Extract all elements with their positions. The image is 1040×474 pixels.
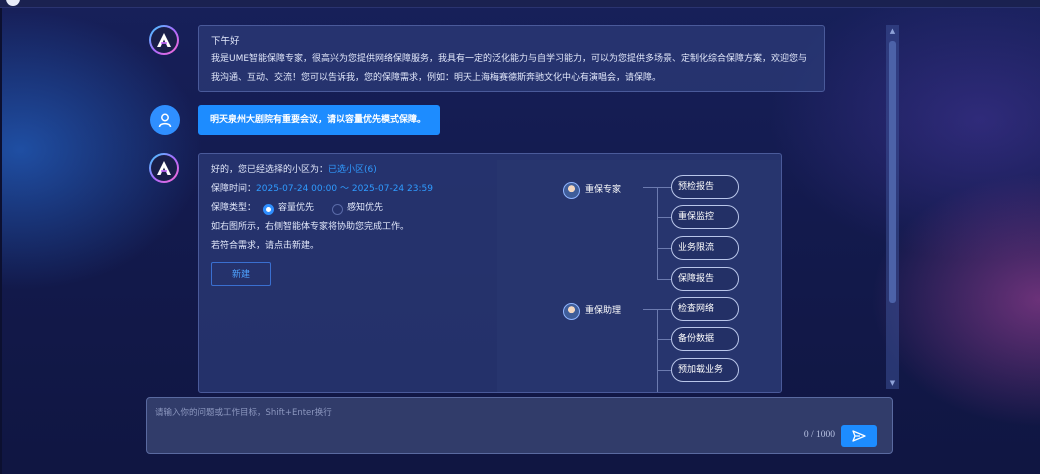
user-message: 明天泉州大剧院有重要会议，请以容量优先模式保障。	[198, 105, 440, 135]
ume-logo-icon	[157, 161, 171, 175]
ume-logo-icon	[157, 33, 171, 47]
agents-line: 如右图所示，右侧智能体专家将协助您完成工作。	[211, 222, 410, 232]
greeting-line-2: 我沟通、互动、交流！您可以告诉我，您的保障需求，例如：明天上海梅赛德斯奔驰文化中…	[211, 73, 662, 83]
window-edge	[0, 8, 2, 474]
type-label: 保障类型：	[211, 203, 257, 213]
greeting-line-1: 我是UME智能保障专家，很高兴为您提供网络保障服务，我具有一定的泛化能力与自学习…	[211, 54, 808, 64]
message-input[interactable]	[155, 404, 755, 422]
task-node[interactable]: 备份数据	[671, 327, 739, 351]
assistant-role: 重保助理	[563, 300, 621, 322]
new-button[interactable]: 新建	[211, 262, 271, 286]
connector	[657, 187, 658, 279]
user-icon	[158, 113, 172, 128]
connector	[657, 248, 671, 249]
send-icon	[852, 430, 866, 442]
radio-perception-first-label[interactable]: 感知优先	[347, 199, 383, 218]
area-prefix: 好的，您已经选择的小区为：	[211, 165, 329, 175]
expert-role: 重保专家	[563, 179, 621, 201]
connector	[657, 309, 658, 392]
task-node[interactable]: 重保监控	[671, 205, 739, 229]
assistant-avatar-icon	[563, 302, 580, 320]
task-node[interactable]: 预加载业务	[671, 358, 739, 382]
time-value: 2025-07-24 00:00 ～ 2025-07-24 23:59	[256, 184, 433, 194]
time-line: 保障时间：2025-07-24 00:00 ～ 2025-07-24 23:59	[211, 180, 491, 199]
scroll-thumb[interactable]	[889, 41, 896, 303]
top-bar	[0, 0, 1040, 8]
task-node[interactable]: 保障报告	[671, 267, 739, 291]
time-prefix: 保障时间：	[211, 184, 257, 194]
assistant-role-label: 重保助理	[585, 306, 622, 316]
task-node[interactable]: 业务限流	[671, 236, 739, 260]
scroll-down-icon[interactable]: ▼	[886, 377, 899, 389]
selected-areas-link[interactable]: 已选小区(6)	[328, 165, 377, 175]
send-button[interactable]	[841, 425, 877, 447]
connector	[657, 217, 671, 218]
ai-plan-card: 好的，您已经选择的小区为：已选小区(6) 保障时间：2025-07-24 00:…	[198, 153, 782, 393]
task-node[interactable]: 检查网络	[671, 297, 739, 321]
agent-tree: 重保专家 预检报告 重保监控 业务限流 保障报告 重保助理 检查网络 备份数据 …	[497, 160, 781, 392]
connector	[657, 370, 671, 371]
user-avatar	[150, 105, 180, 135]
plan-summary: 好的，您已经选择的小区为：已选小区(6) 保障时间：2025-07-24 00:…	[211, 161, 491, 256]
radio-perception-first[interactable]	[332, 204, 344, 215]
connector	[657, 339, 671, 340]
char-counter: 0 / 1000	[803, 430, 835, 440]
area-line: 好的，您已经选择的小区为：已选小区(6)	[211, 161, 491, 180]
expert-avatar-icon	[563, 181, 580, 199]
message-composer: 0 / 1000	[146, 397, 893, 454]
radio-capacity-first-label[interactable]: 容量优先	[278, 199, 314, 218]
app-logo-icon	[6, 0, 20, 6]
ai-avatar	[149, 25, 179, 55]
expert-role-label: 重保专家	[585, 185, 622, 195]
connector	[657, 279, 671, 280]
type-line: 保障类型： 容量优先 感知优先	[211, 199, 491, 218]
greeting-hello: 下午好	[211, 36, 240, 47]
task-node[interactable]: 预检报告	[671, 175, 739, 199]
ai-avatar-reply	[149, 153, 179, 183]
chat-scrollbar[interactable]: ▲ ▼	[886, 25, 899, 389]
radio-capacity-first[interactable]	[263, 204, 275, 215]
confirm-line: 若符合需求，请点击新建。	[211, 241, 320, 251]
ai-greeting-message: 下午好 我是UME智能保障专家，很高兴为您提供网络保障服务，我具有一定的泛化能力…	[198, 25, 825, 92]
scroll-up-icon[interactable]: ▲	[886, 25, 899, 37]
